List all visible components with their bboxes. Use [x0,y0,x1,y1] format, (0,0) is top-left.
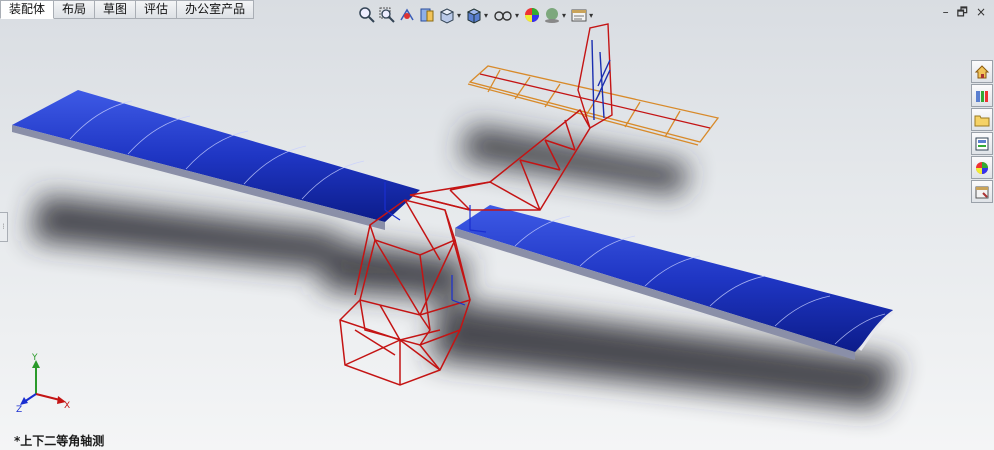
view-orientation-icon[interactable]: ▾ [438,5,463,25]
design-library-icon[interactable] [971,84,993,107]
file-explorer-icon[interactable] [971,108,993,131]
airplane-model[interactable] [0,0,994,450]
tab-evaluate[interactable]: 评估 [136,0,178,19]
feature-manager-collapse-handle[interactable]: ⋮ [0,212,8,242]
graphics-area[interactable]: 装配体 布局 草图 评估 办公室产品 ▾ ▾ ▾ ▾ ▾ – 🗗 × ⋮ Y X… [0,0,994,450]
tab-layout[interactable]: 布局 [54,0,96,19]
zoom-to-fit-icon[interactable] [358,5,376,25]
close-button[interactable]: × [976,5,986,19]
vertical-stabilizer[interactable] [577,23,613,130]
collapse-handle-glyph: ⋮ [0,223,7,230]
hide-show-items-icon[interactable]: ▾ [492,5,521,25]
triad-y-label: Y [31,353,38,363]
view-palette-icon[interactable] [971,132,993,155]
zoom-area-icon[interactable] [378,5,396,25]
tab-office-products[interactable]: 办公室产品 [177,0,255,19]
custom-properties-icon[interactable] [971,180,993,203]
appearances-scenes-icon[interactable] [971,156,993,179]
display-style-icon[interactable]: ▾ [465,5,490,25]
solidworks-resources-icon[interactable] [971,60,993,83]
window-controls: – 🗗 × [943,5,986,19]
triad-z-label: Z [16,405,22,414]
command-manager-tabs: 装配体 布局 草图 评估 办公室产品 [0,0,255,19]
task-pane-tabs [971,60,993,203]
tab-assembly[interactable]: 装配体 [0,0,55,19]
heads-up-view-toolbar: ▾ ▾ ▾ ▾ ▾ [358,5,595,25]
section-view-icon[interactable] [418,5,436,25]
view-orientation-label: *上下二等角轴测 [14,434,105,448]
apply-scene-icon[interactable]: ▾ [543,5,568,25]
view-settings-icon[interactable]: ▾ [570,5,595,25]
reference-triad: Y X Z [16,353,70,414]
triad-x-label: X [64,401,70,411]
tab-sketch[interactable]: 草图 [95,0,137,19]
minimize-button[interactable]: – [943,5,949,19]
restore-button[interactable]: 🗗 [957,5,968,19]
edit-appearance-icon[interactable] [523,5,541,25]
previous-view-icon[interactable] [398,5,416,25]
